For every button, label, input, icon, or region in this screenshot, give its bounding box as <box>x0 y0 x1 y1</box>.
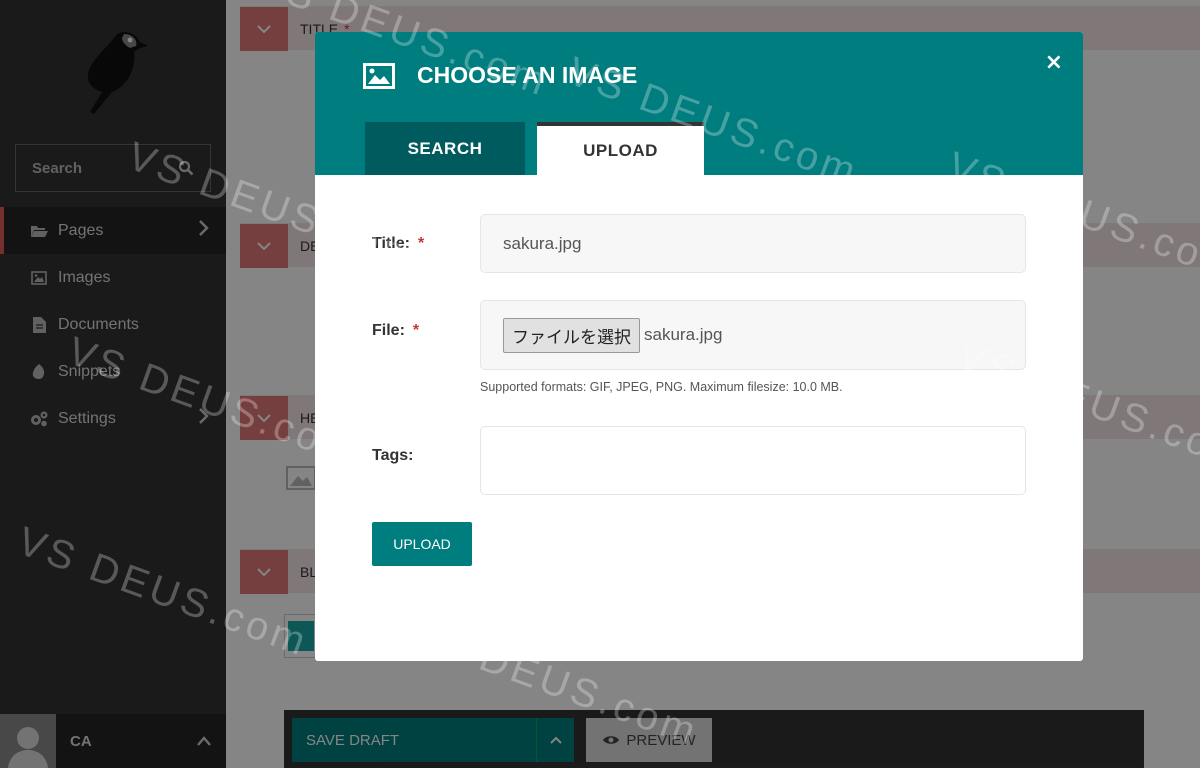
choose-image-modal: CHOOSE AN IMAGE × SEARCH UPLOAD Title: * … <box>315 32 1083 661</box>
file-name: sakura.jpg <box>644 325 723 344</box>
title-label: Title: * <box>372 235 425 252</box>
modal-header: CHOOSE AN IMAGE × SEARCH UPLOAD <box>315 32 1083 175</box>
choose-file-button[interactable]: ファイルを選択 <box>503 317 640 353</box>
file-help-text: Supported formats: GIF, JPEG, PNG. Maxim… <box>480 380 843 394</box>
modal-title: CHOOSE AN IMAGE <box>363 62 637 89</box>
tags-label: Tags: <box>372 447 414 464</box>
tab-search[interactable]: SEARCH <box>365 122 525 175</box>
upload-button[interactable]: UPLOAD <box>372 522 472 566</box>
file-label: File: * <box>372 322 420 339</box>
modal-title-text: CHOOSE AN IMAGE <box>417 62 638 88</box>
tags-input[interactable] <box>480 426 1026 495</box>
title-input[interactable]: sakura.jpg <box>480 214 1026 273</box>
file-field: ファイルを選択 sakura.jpg <box>480 300 1026 370</box>
image-icon <box>363 62 395 89</box>
tab-upload[interactable]: UPLOAD <box>537 122 704 175</box>
close-icon[interactable]: × <box>1045 50 1063 75</box>
